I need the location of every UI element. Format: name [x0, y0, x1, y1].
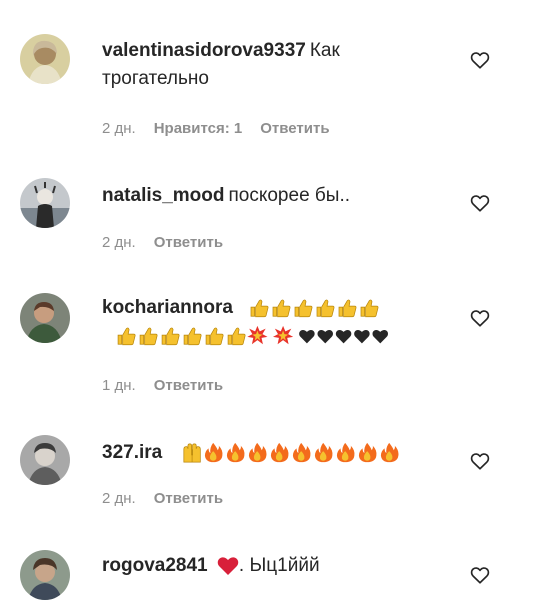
comment-meta: 2 дн. Нравится: 1 Ответить [102, 120, 348, 137]
thumbs-up-emoji [183, 327, 202, 346]
reply-button[interactable]: Ответить [260, 120, 329, 137]
thumbs-up-emoji [139, 327, 158, 346]
comment-meta: 2 дн. Ответить [102, 234, 241, 251]
like-button[interactable] [470, 51, 490, 69]
comment-body: valentinasidorova9337 Как трогательно [102, 37, 442, 93]
comment-text: . Ыц1ййй [238, 555, 320, 576]
comment-username[interactable]: kochariannora [102, 297, 233, 318]
heart-outline-icon [470, 195, 490, 212]
black-heart-emoji [372, 329, 388, 344]
like-button[interactable] [470, 194, 490, 212]
comment-meta: 1 дн. Ответить [102, 377, 241, 394]
heart-outline-icon [470, 52, 490, 69]
fire-emoji [380, 442, 399, 463]
comment-username[interactable]: 327.ira [102, 442, 162, 463]
comment-username[interactable]: rogova2841 [102, 555, 208, 576]
portrait-icon [20, 435, 70, 485]
fire-emoji [248, 442, 267, 463]
like-button[interactable] [470, 309, 490, 327]
portrait-icon [20, 178, 70, 228]
reply-button[interactable]: Ответить [154, 377, 223, 394]
thumbs-up-emoji [272, 299, 291, 318]
collision-emoji [247, 325, 268, 345]
thumbs-up-emoji [227, 327, 246, 346]
avatar[interactable] [20, 34, 70, 84]
black-heart-emoji [354, 329, 370, 344]
fire-emoji [204, 442, 223, 463]
comment-text: поскорее бы.. [228, 185, 351, 206]
portrait-icon [20, 293, 70, 343]
avatar[interactable] [20, 435, 70, 485]
heart-outline-icon [470, 310, 490, 327]
thumbs-up-emoji [294, 299, 313, 318]
comment-username[interactable]: natalis_mood [102, 185, 224, 206]
thumbs-up-emoji [117, 327, 136, 346]
like-button[interactable] [470, 452, 490, 470]
comment-time: 2 дн. [102, 490, 136, 507]
heart-outline-icon [470, 453, 490, 470]
comment-body: kochariannora [102, 294, 442, 350]
raising-hands-emoji [182, 443, 201, 463]
fire-emoji [226, 442, 245, 463]
reply-button[interactable]: Ответить [154, 490, 223, 507]
comment-time: 2 дн. [102, 120, 136, 137]
fire-emoji [358, 442, 377, 463]
comment-time: 2 дн. [102, 234, 136, 251]
comment-time: 1 дн. [102, 377, 136, 394]
thumbs-up-emoji [316, 299, 335, 318]
thumbs-up-emoji [338, 299, 357, 318]
comment-likes[interactable]: Нравится: 1 [154, 120, 243, 137]
comment-body: 327.ira [102, 439, 442, 467]
fire-emoji [314, 442, 333, 463]
emoji-row [182, 442, 399, 463]
black-heart-emoji [317, 329, 333, 344]
avatar[interactable] [20, 178, 70, 228]
heart-outline-icon [470, 567, 490, 584]
fire-emoji [336, 442, 355, 463]
red-heart-emoji [217, 557, 239, 575]
portrait-icon [20, 34, 70, 84]
thumbs-up-emoji [161, 327, 180, 346]
emoji-row [117, 325, 388, 346]
thumbs-up-emoji [250, 299, 269, 318]
like-button[interactable] [470, 566, 490, 584]
fire-emoji [270, 442, 289, 463]
emoji-row [250, 299, 379, 318]
comment-body: rogova2841 . Ыц1ййй [102, 552, 442, 580]
reply-button[interactable]: Ответить [154, 234, 223, 251]
portrait-icon [20, 550, 70, 600]
thumbs-up-emoji [205, 327, 224, 346]
black-heart-emoji [335, 329, 352, 344]
comment-meta: 2 дн. Ответить [102, 490, 241, 507]
thumbs-up-emoji [360, 299, 379, 318]
avatar[interactable] [20, 293, 70, 343]
comment-username[interactable]: valentinasidorova9337 [102, 40, 306, 61]
fire-emoji [292, 442, 311, 463]
avatar[interactable] [20, 550, 70, 600]
comment-body: natalis_mood поскорее бы.. [102, 182, 442, 210]
collision-emoji [273, 325, 294, 345]
black-heart-emoji [299, 329, 315, 344]
